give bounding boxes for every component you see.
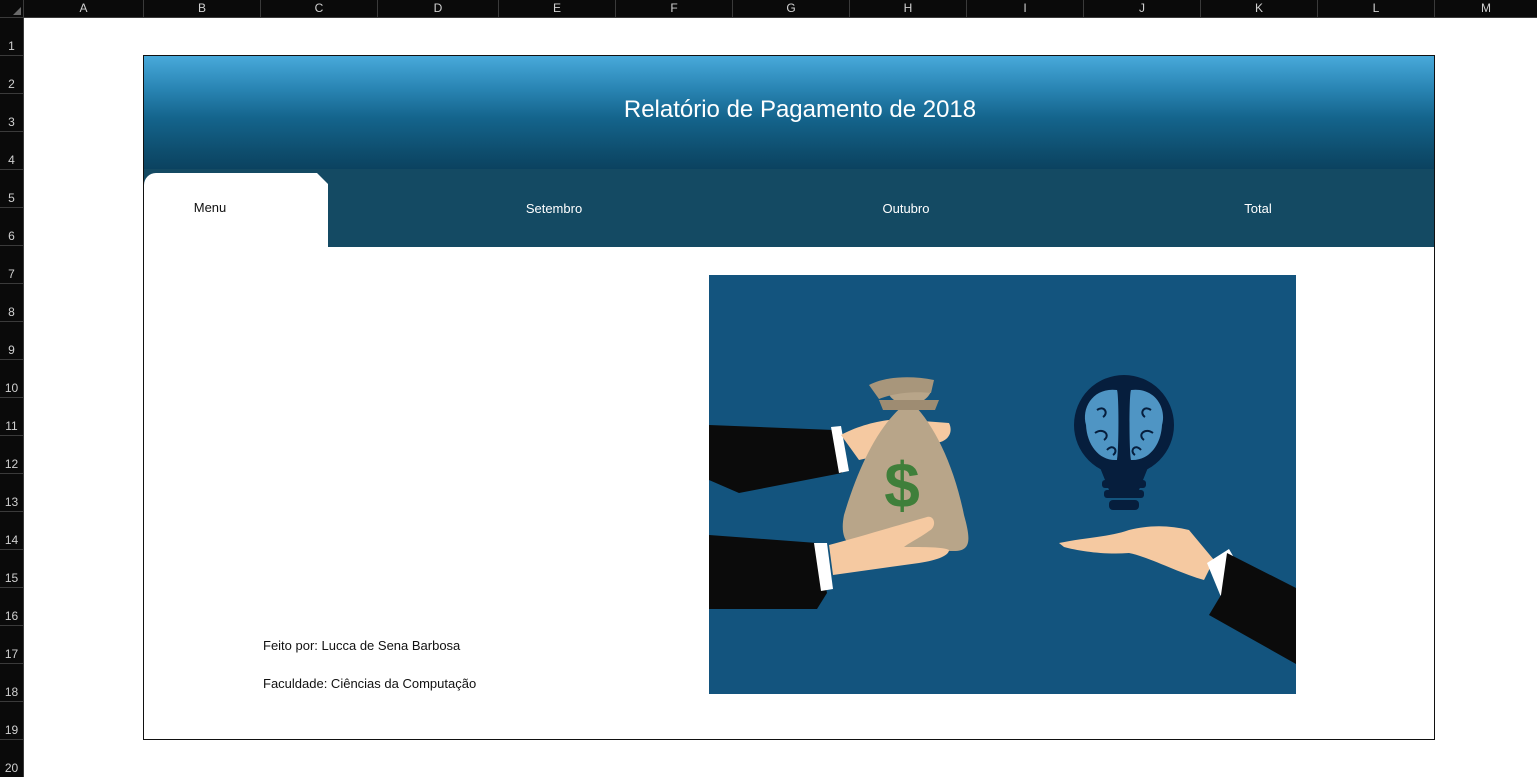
tab-setembro[interactable]: Setembro: [378, 169, 730, 247]
tab-bar: Menu Setembro Outubro Total: [144, 169, 1434, 247]
tab-setembro-label: Setembro: [525, 201, 583, 216]
tab-outubro[interactable]: Outubro: [730, 169, 1082, 247]
money-for-idea-illustration: $: [709, 275, 1296, 694]
column-header-g[interactable]: G: [733, 0, 850, 17]
column-header-c[interactable]: C: [261, 0, 378, 17]
column-header-m[interactable]: M: [1435, 0, 1537, 17]
row-header-16[interactable]: 16: [0, 588, 23, 626]
select-all-corner[interactable]: [0, 0, 24, 17]
column-header-i[interactable]: I: [967, 0, 1084, 17]
row-header-5[interactable]: 5: [0, 170, 23, 208]
title-banner: Relatório de Pagamento de 2018: [144, 56, 1434, 169]
svg-text:$: $: [884, 449, 920, 521]
row-header-14[interactable]: 14: [0, 512, 23, 550]
column-header-j[interactable]: J: [1084, 0, 1201, 17]
column-header-bar: A B C D E F G H I J K L M: [0, 0, 1537, 18]
row-header-10[interactable]: 10: [0, 360, 23, 398]
tab-menu[interactable]: Menu: [144, 173, 328, 247]
tab-total[interactable]: Total: [1082, 169, 1434, 247]
dashboard-frame: Relatório de Pagamento de 2018 Menu Sete…: [143, 55, 1435, 740]
faculty-text: Faculdade: Ciências da Computação: [263, 676, 477, 691]
column-header-f[interactable]: F: [616, 0, 733, 17]
column-header-h[interactable]: H: [850, 0, 967, 17]
row-header-1[interactable]: 1: [0, 18, 23, 56]
row-header-2[interactable]: 2: [0, 56, 23, 94]
author-text: Feito por: Lucca de Sena Barbosa: [263, 638, 461, 653]
row-header-8[interactable]: 8: [0, 284, 23, 322]
tab-outubro-label: Outubro: [882, 201, 930, 216]
tab-menu-label: Menu: [193, 200, 227, 215]
illustration-svg: $: [709, 275, 1296, 694]
dashboard-title: Relatório de Pagamento de 2018: [623, 96, 977, 123]
row-header-11[interactable]: 11: [0, 398, 23, 436]
row-header-7[interactable]: 7: [0, 246, 23, 284]
row-header-12[interactable]: 12: [0, 436, 23, 474]
row-header-15[interactable]: 15: [0, 550, 23, 588]
row-header-13[interactable]: 13: [0, 474, 23, 512]
row-header-6[interactable]: 6: [0, 208, 23, 246]
column-header-l[interactable]: L: [1318, 0, 1435, 17]
row-header-9[interactable]: 9: [0, 322, 23, 360]
row-header-bar: 1 2 3 4 5 6 7 8 9 10 11 12 13 14 15 16 1…: [0, 18, 24, 777]
row-header-3[interactable]: 3: [0, 94, 23, 132]
row-header-18[interactable]: 18: [0, 664, 23, 702]
row-header-20[interactable]: 20: [0, 740, 23, 778]
column-header-d[interactable]: D: [378, 0, 499, 17]
tab-total-label: Total: [1244, 201, 1272, 216]
row-header-19[interactable]: 19: [0, 702, 23, 740]
column-header-a[interactable]: A: [24, 0, 144, 17]
column-header-b[interactable]: B: [144, 0, 261, 17]
row-header-17[interactable]: 17: [0, 626, 23, 664]
column-header-e[interactable]: E: [499, 0, 616, 17]
row-header-4[interactable]: 4: [0, 132, 23, 170]
column-header-k[interactable]: K: [1201, 0, 1318, 17]
